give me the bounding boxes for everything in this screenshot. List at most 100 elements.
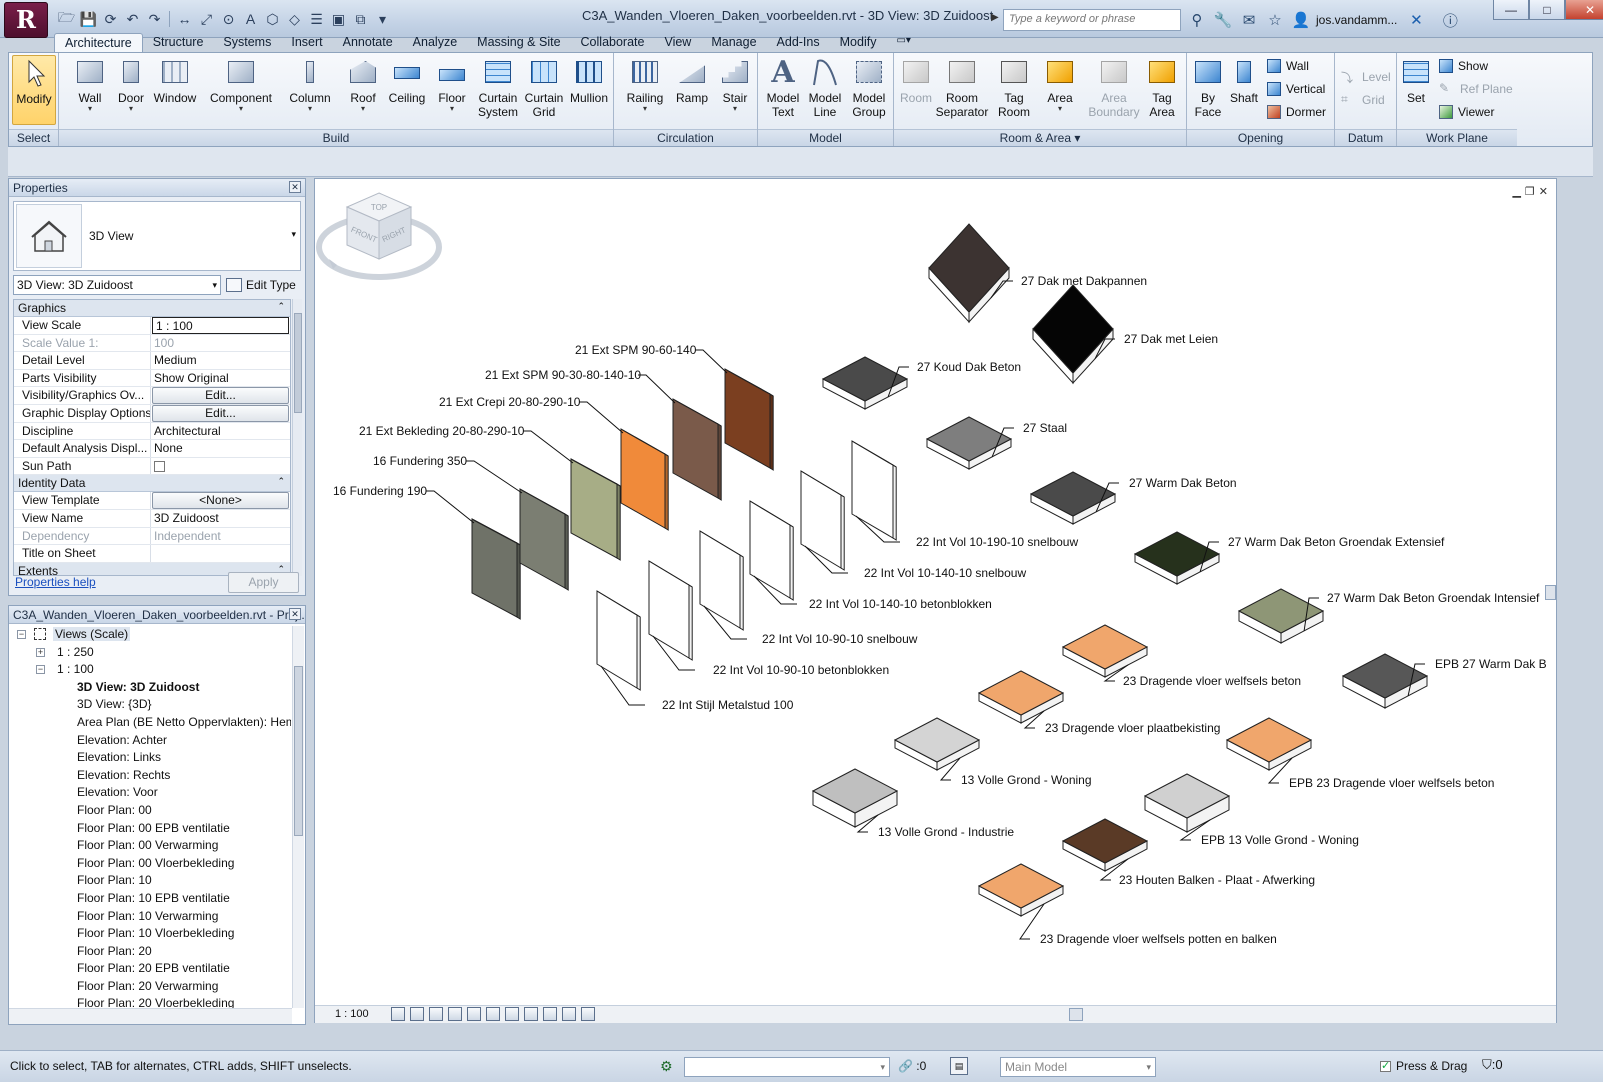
design-options-icon[interactable]: ▤ [950,1057,968,1075]
wall-button[interactable]: Wall ▾ [65,55,115,113]
tab-analyze[interactable]: Analyze [403,33,467,53]
tree-item[interactable]: Elevation: Rechts [9,767,291,785]
close-button[interactable]: ✕ [1565,0,1603,20]
tree-item[interactable]: Floor Plan: 20 Vloerbekleding [9,995,291,1008]
slab-sample[interactable]: 27 Warm Dak Beton [1029,471,1237,525]
model-text-button[interactable]: A Model Text [762,55,804,119]
shadows-icon[interactable] [448,1007,462,1021]
curtain-grid-button[interactable]: Curtain Grid [519,55,569,119]
slab-sample[interactable]: 27 Warm Dak Beton Groendak Extensief [1133,531,1445,585]
collapse-icon[interactable]: − [36,665,45,675]
link-icon[interactable]: 🔗 [898,1059,913,1073]
dropdown-arrow-icon[interactable]: ▾ [65,105,115,113]
ref-plane-button[interactable]: ✎ Ref Plane [1439,78,1513,100]
dropdown-arrow-icon[interactable]: ▾ [291,229,296,240]
curtain-system-button[interactable]: Curtain System [473,55,523,119]
selection-filter[interactable]: ⛉:0 [1482,1057,1503,1073]
tab-architecture[interactable]: Architecture [54,33,143,53]
tree-item[interactable]: Floor Plan: 00 Vloerbekleding [9,855,291,873]
close-icon[interactable]: ✕ [289,608,301,620]
tab-systems[interactable]: Systems [213,33,281,53]
tree-item[interactable]: Elevation: Links [9,749,291,767]
category-graphics[interactable]: Graphics ⌃ [14,300,290,317]
room-button[interactable]: Room [896,55,936,105]
viewcube[interactable]: TOP FRONT RIGHT [315,179,445,289]
close-view-icon[interactable]: ✕ [1539,185,1548,198]
undo-icon[interactable]: ↶ [122,9,143,29]
tree-item[interactable]: Floor Plan: 00 Verwarming [9,837,291,855]
ramp-button[interactable]: Ramp [670,55,714,105]
analysis-display-icon[interactable] [581,1007,595,1021]
properties-help-link[interactable]: Properties help [15,575,96,589]
column-button[interactable]: Column ▾ [283,55,337,113]
active-workset-select[interactable]: ▾ [684,1057,890,1077]
properties-scrollbar[interactable] [292,299,302,576]
tab-manage[interactable]: Manage [701,33,766,53]
model-3d-view[interactable]: 16 Fundering 190 16 Fundering 350 21 Ext B… [315,179,1556,1005]
instance-view-selector[interactable]: 3D View: 3D Zuidoost ▾ [13,275,221,295]
detail-level-icon[interactable] [391,1007,405,1021]
show-workplane-button[interactable]: Show [1439,55,1488,77]
category-identity-data[interactable]: Identity Data ⌃ [14,475,290,493]
slab-sample[interactable]: 27 Staal [925,416,1067,470]
ribbon-minimize-icon[interactable]: ▭▾ [886,33,920,53]
area-boundary-button[interactable]: Area Boundary [1086,55,1142,119]
roof-button[interactable]: Roof ▾ [341,55,385,113]
slab-sample[interactable]: 27 Dak met Leien [1032,284,1218,385]
visual-style-icon[interactable] [410,1007,424,1021]
tab-modify[interactable]: Modify [830,33,887,53]
tag-area-button[interactable]: Tag Area [1140,55,1184,119]
viewer-button[interactable]: Viewer [1439,101,1494,123]
ceiling-button[interactable]: Ceiling [385,55,429,105]
binoculars-icon[interactable]: ⚲ [1186,9,1208,31]
tree-item[interactable]: Area Plan (BE Netto Oppervlakten): Hem [9,714,291,732]
help-icon[interactable]: ⓘ [1439,9,1461,31]
default-analysis-field[interactable]: None [151,440,290,457]
graphic-display-edit-button[interactable]: Edit... [152,404,289,422]
scrollbar-thumb[interactable] [1069,1008,1083,1021]
shaft-button[interactable]: Shaft [1225,55,1263,105]
worksets-icon[interactable]: ⚙ [660,1058,676,1074]
dormer-button[interactable]: Dormer [1267,101,1326,123]
slab-sample[interactable]: 27 Dak met Dakpannen [928,223,1147,324]
level-button[interactable]: ⤵ Level [1341,66,1391,88]
by-face-button[interactable]: By Face [1189,55,1227,119]
communication-icon[interactable]: ✉ [1238,9,1260,31]
room-separator-button[interactable]: Room Separator [934,55,990,119]
slab-sample[interactable]: 27 Koud Dak Beton [821,356,1021,410]
browser-scrollbar[interactable] [292,626,304,1008]
default-3d-view-icon[interactable]: ⬡ [262,9,283,29]
tree-item[interactable]: +1 : 250 [9,644,291,662]
tree-item[interactable]: Elevation: Voor [9,784,291,802]
tree-item[interactable]: Floor Plan: 10 EPB ventilatie [9,890,291,908]
view-canvas[interactable]: 16 Fundering 190 16 Fundering 350 21 Ext B… [314,178,1557,1023]
tree-item[interactable]: Floor Plan: 00 EPB ventilatie [9,820,291,838]
subscription-icon[interactable]: 🔧 [1212,9,1234,31]
tab-view[interactable]: View [654,33,701,53]
measure-icon[interactable]: ↔ [174,9,195,29]
area-button[interactable]: Area ▾ [1038,55,1082,113]
close-hidden-icon[interactable]: ▣ [328,9,349,29]
close-icon[interactable]: ✕ [289,181,301,193]
canvas-horizontal-scrollbar[interactable] [621,1007,1541,1022]
design-option-select[interactable]: Main Model ▾ [1000,1057,1156,1077]
favorites-icon[interactable]: ☆ [1264,9,1286,31]
tree-item[interactable]: − Views (Scale) [9,626,291,644]
mullion-button[interactable]: Mullion [565,55,613,105]
dropdown-arrow-icon[interactable]: ▾ [620,105,670,113]
tree-item[interactable]: Floor Plan: 10 Vloerbekleding [9,925,291,943]
dropdown-arrow-icon[interactable]: ▾ [212,280,217,291]
open-icon[interactable]: 🗁 [56,9,77,29]
tag-icon[interactable]: ⊙ [218,9,239,29]
restore-view-icon[interactable]: ❐ [1525,185,1535,198]
dropdown-arrow-icon[interactable]: ▾ [431,105,473,113]
wall-opening-button[interactable]: Wall [1267,55,1309,77]
view-name-field[interactable]: 3D Zuidoost [151,510,290,527]
window-tool-button[interactable]: Window [147,55,203,105]
render-icon[interactable] [467,1007,481,1021]
lock-view-icon[interactable] [524,1007,538,1021]
view-template-button[interactable]: <None> [152,492,289,509]
press-drag-toggle[interactable]: Press & Drag [1380,1059,1467,1073]
thin-lines-icon[interactable]: ☰ [306,9,327,29]
dropdown-arrow-icon[interactable]: ▾ [1038,105,1082,113]
